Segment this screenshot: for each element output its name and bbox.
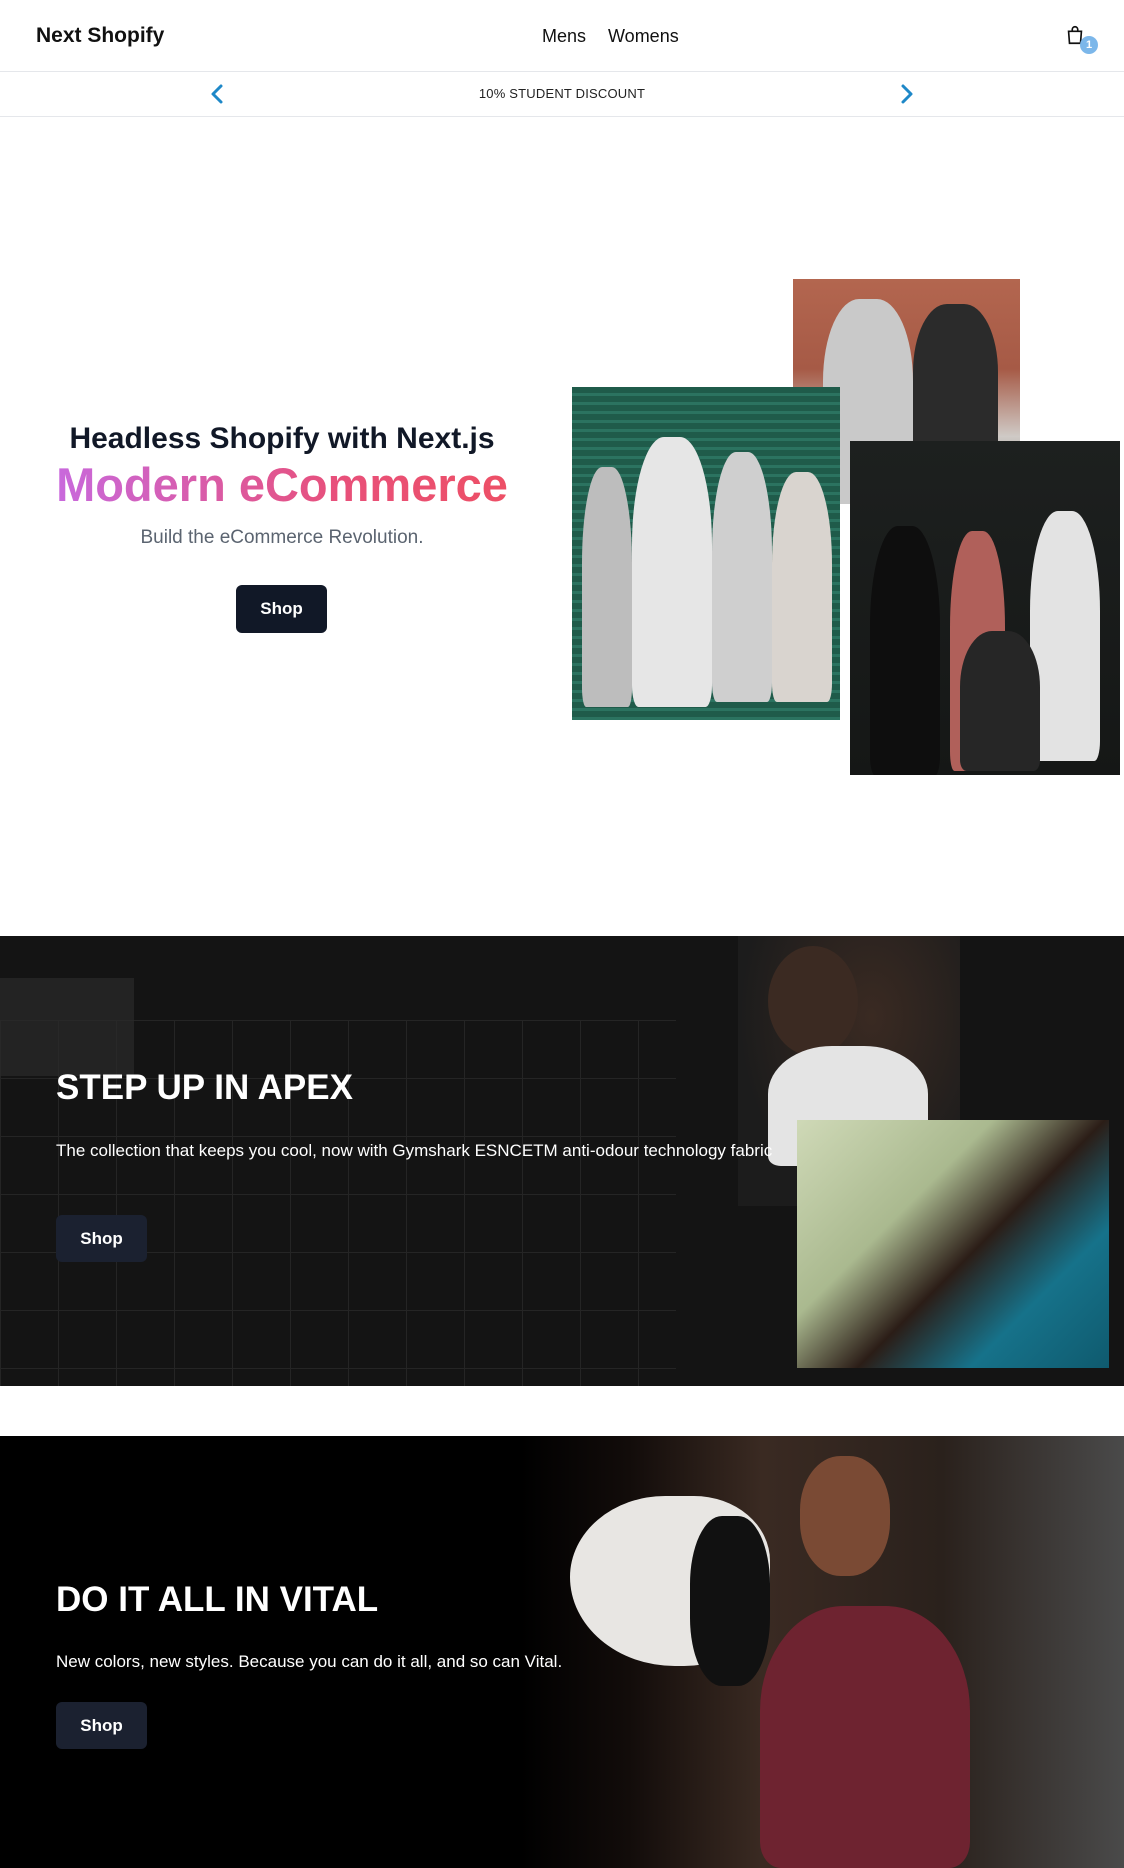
hero-photo-green-shutter — [572, 387, 840, 720]
vital-shop-button[interactable]: Shop — [56, 1702, 147, 1749]
vital-photo-figure-head — [800, 1456, 890, 1576]
cart-count-badge: 1 — [1080, 36, 1098, 54]
vital-photo-figure-body — [760, 1606, 970, 1868]
hero-gradient-title: Modern eCommerce — [0, 457, 564, 512]
apex-section: STEP UP IN APEX The collection that keep… — [0, 936, 1124, 1386]
hero-section: Headless Shopify with Next.js Modern eCo… — [0, 117, 1124, 937]
vital-title: DO IT ALL IN VITAL — [56, 1580, 379, 1619]
hero-title: Headless Shopify with Next.js — [69, 422, 495, 455]
vital-section: DO IT ALL IN VITAL New colors, new style… — [0, 1436, 1124, 1868]
announcement-text: 10% STUDENT DISCOUNT — [478, 86, 646, 101]
apex-title: STEP UP IN APEX — [56, 1068, 353, 1107]
site-logo[interactable]: Next Shopify — [36, 24, 164, 48]
announcement-bar: 10% STUDENT DISCOUNT — [0, 72, 1124, 117]
vital-description: New colors, new styles. Because you can … — [56, 1652, 563, 1671]
chevron-right-icon — [901, 84, 913, 104]
announcement-next-button[interactable] — [894, 82, 918, 106]
apex-background-block — [0, 978, 134, 1076]
hero-photo-dark-group — [850, 441, 1120, 775]
vital-photo-glove-band — [690, 1516, 770, 1686]
nav-link-womens[interactable]: Womens — [608, 26, 679, 47]
cart-button[interactable]: 1 — [1064, 24, 1098, 54]
hero-subtitle: Build the eCommerce Revolution. — [140, 527, 424, 548]
nav-link-mens[interactable]: Mens — [542, 26, 586, 47]
apex-photo-athlete-blue — [797, 1120, 1109, 1368]
site-header: Next Shopify Mens Womens 1 — [0, 0, 1124, 72]
apex-description: The collection that keeps you cool, now … — [56, 1141, 773, 1160]
main-nav: Mens Womens — [542, 26, 679, 47]
hero-shop-button[interactable]: Shop — [236, 585, 327, 633]
apex-shop-button[interactable]: Shop — [56, 1215, 147, 1262]
